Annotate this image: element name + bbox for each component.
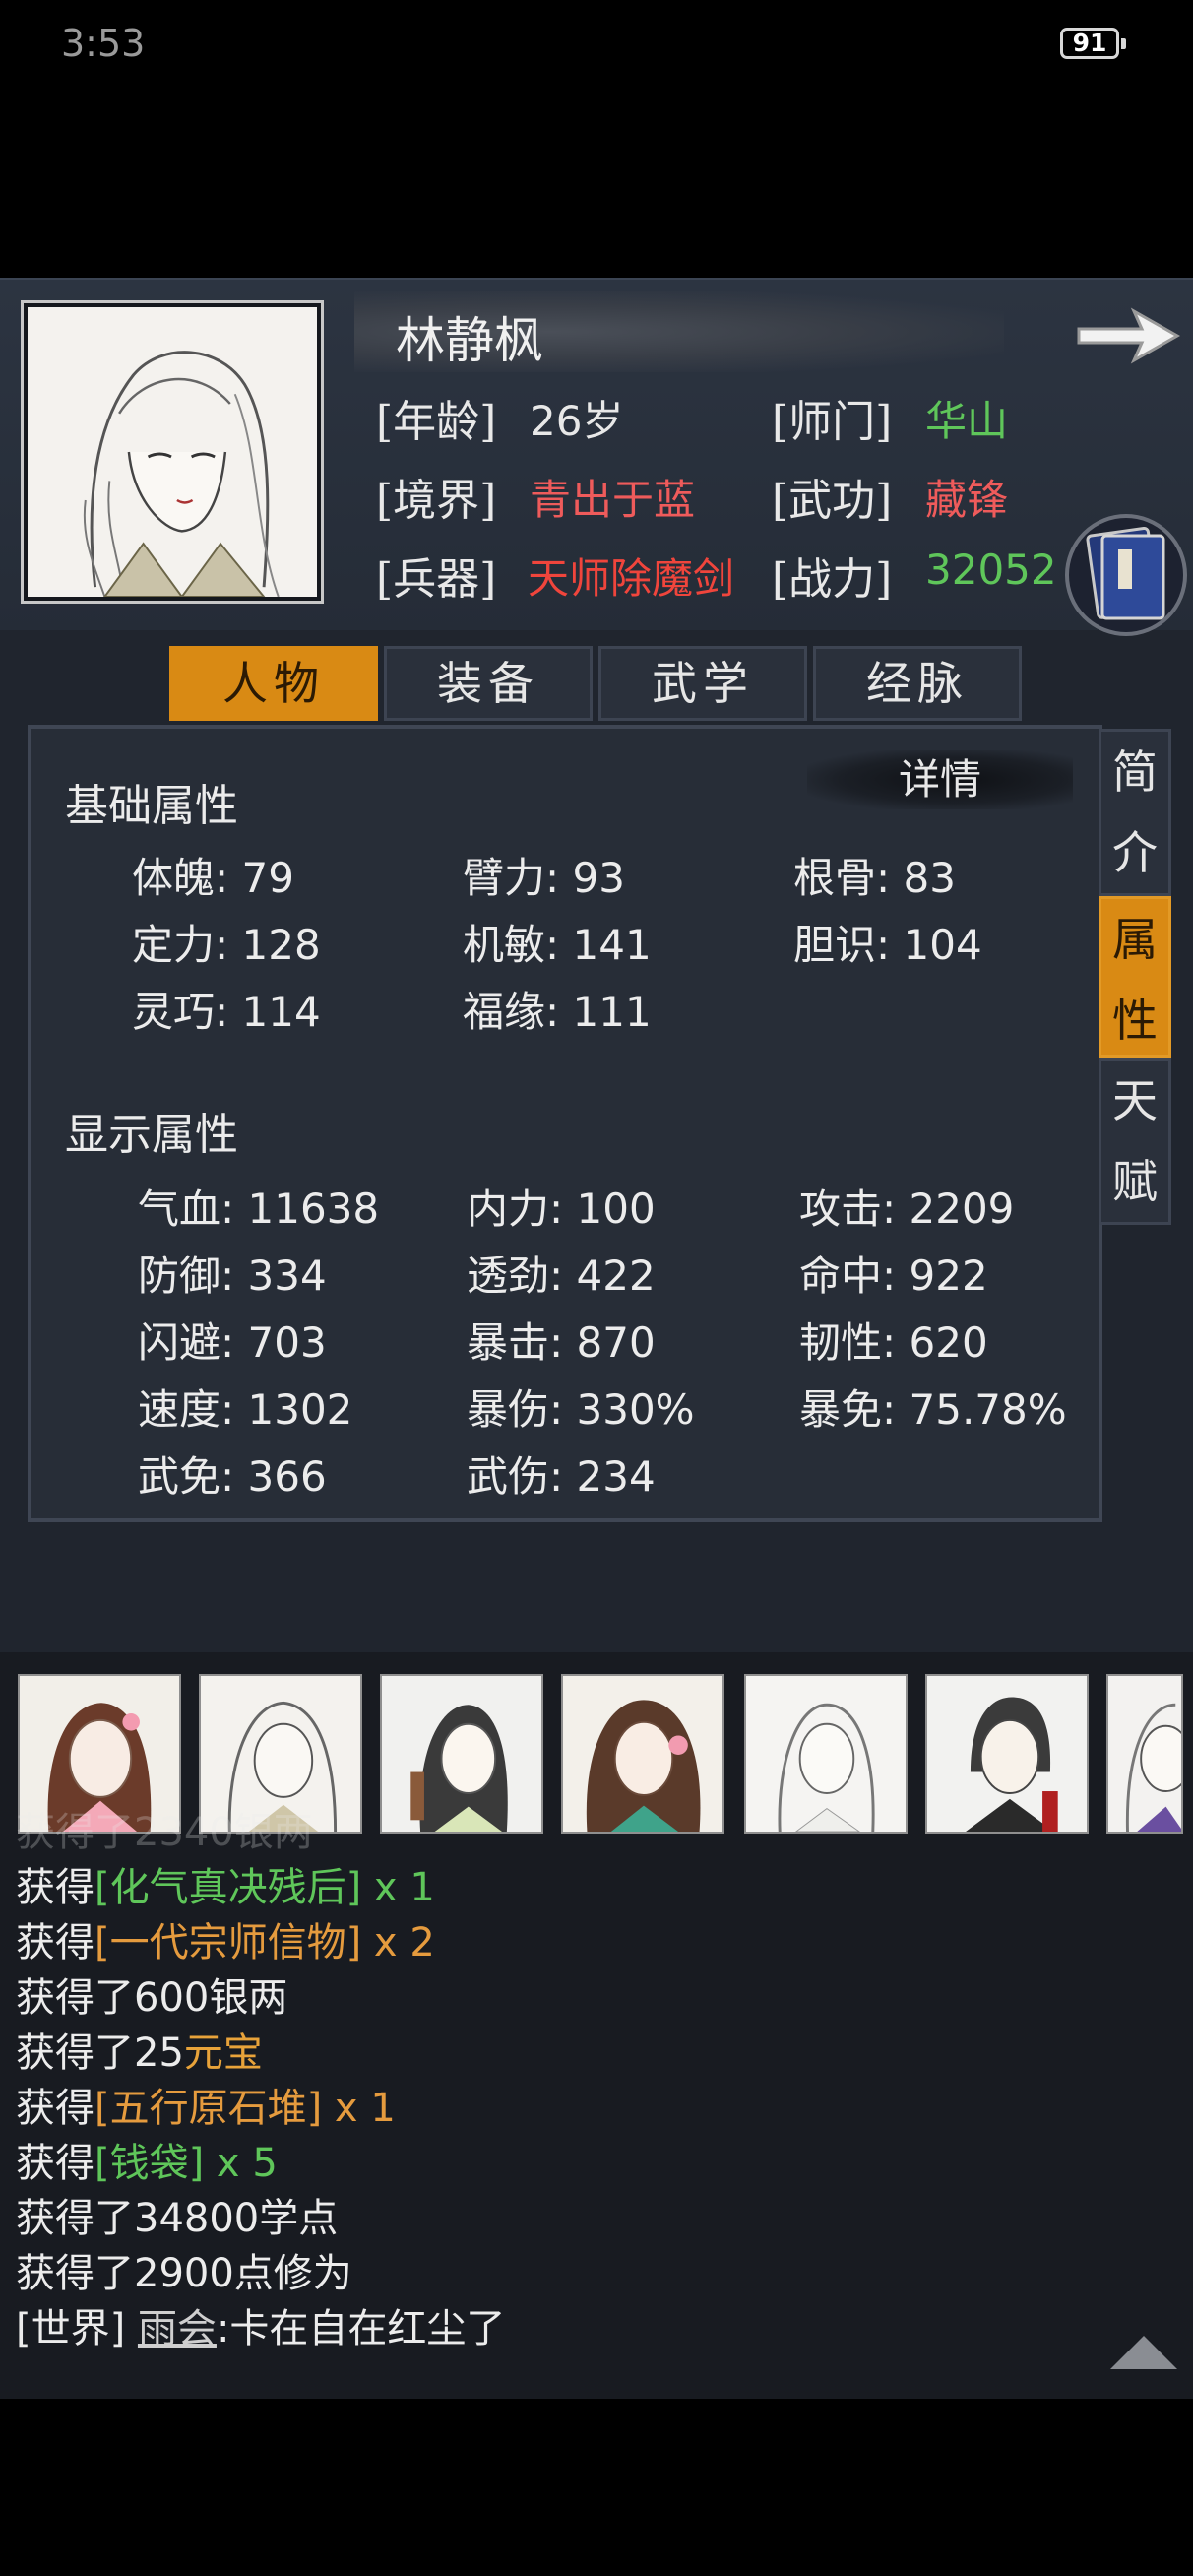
attr-item: 武免: 366: [138, 1452, 327, 1501]
side-tab-char: 性: [1112, 994, 1158, 1047]
attr-item: 闪避: 703: [138, 1319, 327, 1367]
character-name: 林静枫: [396, 312, 543, 369]
attr-item: 速度: 1302: [138, 1385, 353, 1434]
log-line: 获得了2900点修为: [16, 2241, 352, 2298]
chat-user[interactable]: 雨会: [138, 2306, 217, 2351]
age-label: [年龄]: [376, 397, 497, 447]
power-label: [战力]: [772, 554, 893, 605]
log-prefix: 获得了34800学点: [16, 2196, 339, 2241]
log-line: 获得[钱袋] x 5: [16, 2131, 278, 2188]
arrow-right-icon[interactable]: [1073, 301, 1183, 370]
party-member-card[interactable]: [561, 1674, 724, 1834]
display-attributes-title: 显示属性: [65, 1110, 238, 1160]
log-line: 获得了600银两: [16, 1965, 287, 2023]
log-prefix: 获得了25: [16, 2030, 184, 2076]
log-line: 获得了25元宝: [16, 2021, 263, 2078]
log-item: 元宝: [183, 2030, 263, 2076]
tab-character[interactable]: 人物: [169, 646, 378, 721]
party-member-card[interactable]: [925, 1674, 1089, 1834]
status-time: 3:53: [61, 22, 146, 65]
attr-item: 暴伤: 330%: [467, 1385, 695, 1434]
portrait-sketch: [28, 307, 317, 597]
attr-item: 胆识: 104: [793, 921, 982, 969]
attr-item: 机敏: 141: [463, 921, 652, 969]
scroll-up-icon[interactable]: [1106, 2332, 1181, 2371]
log-prefix: 获得了600银两: [16, 1975, 288, 2021]
attr-item: 透劲: 422: [467, 1252, 656, 1300]
details-button[interactable]: 详情: [807, 750, 1073, 809]
log-item[interactable]: [钱袋]: [94, 2141, 204, 2186]
attr-item: 命中: 922: [799, 1252, 988, 1300]
skill-value: 藏锋: [925, 476, 1009, 524]
chat-channel: [世界]: [16, 2306, 126, 2351]
skill-label: [武功]: [772, 476, 893, 526]
battery-icon: 91: [1060, 28, 1119, 59]
attr-item: 韧性: 620: [799, 1319, 988, 1367]
log-line: 获得[化气真决残后] x 1: [16, 1855, 435, 1912]
attr-item: 灵巧: 114: [132, 988, 321, 1036]
log-line: 获得了34800学点: [16, 2186, 338, 2243]
log-item[interactable]: [五行原石堆]: [94, 2086, 322, 2131]
attr-item: 武伤: 234: [467, 1452, 656, 1501]
log-suffix: x 1: [361, 1865, 435, 1910]
side-tab-intro[interactable]: 简 介: [1099, 729, 1171, 896]
age-value: 26岁: [530, 397, 624, 445]
log-line: 获得[一代宗师信物] x 2: [16, 1910, 435, 1967]
battery-tip: [1121, 38, 1126, 49]
attr-item: 防御: 334: [138, 1252, 327, 1300]
attr-item: 定力: 128: [132, 921, 321, 969]
attr-item: 攻击: 2209: [799, 1185, 1015, 1233]
party-member-card[interactable]: [1106, 1674, 1183, 1834]
attr-item: 福缘: 111: [463, 988, 652, 1036]
tab-equipment[interactable]: 装备: [384, 646, 593, 721]
side-tab-char: 简: [1112, 745, 1158, 799]
weapon-label: [兵器]: [376, 554, 497, 605]
log-suffix: x 1: [322, 2086, 396, 2131]
side-tab-char: 属: [1112, 913, 1158, 966]
basic-attributes-title: 基础属性: [65, 781, 238, 831]
chat-line: [世界] 雨会:卡在自在红尘了: [16, 2296, 505, 2353]
character-portrait[interactable]: [24, 303, 321, 601]
book-icon[interactable]: [1063, 512, 1189, 638]
log-prefix: 获得: [16, 2086, 94, 2131]
realm-value: 青出于蓝: [530, 476, 696, 524]
log-line: 获得[五行原石堆] x 1: [16, 2076, 396, 2133]
attr-item: 暴击: 870: [467, 1319, 656, 1367]
side-tab-char: 介: [1112, 826, 1158, 879]
log-prefix: 获得: [16, 1865, 94, 1910]
attr-item: 臂力: 93: [463, 854, 625, 902]
log-suffix: x 2: [361, 1920, 435, 1965]
party-member-card[interactable]: [380, 1674, 543, 1834]
log-item[interactable]: [一代宗师信物]: [94, 1920, 361, 1965]
side-tab-talent[interactable]: 天 赋: [1099, 1058, 1171, 1225]
realm-label: [境界]: [376, 476, 497, 526]
log-line-partial: 获得了2340银两: [16, 1810, 313, 1855]
side-tab-attributes[interactable]: 属 性: [1099, 896, 1171, 1058]
attr-item: 内力: 100: [467, 1185, 656, 1233]
power-value: 32052: [925, 546, 1057, 594]
attr-item: 根骨: 83: [793, 854, 956, 902]
tab-meridians[interactable]: 经脉: [813, 646, 1022, 721]
weapon-value[interactable]: 天师除魔剑: [528, 546, 734, 606]
tab-martial-arts[interactable]: 武学: [598, 646, 807, 721]
attr-item: 暴免: 75.78%: [799, 1385, 1067, 1434]
attr-item: 气血: 11638: [138, 1185, 380, 1233]
chat-message: :卡在自在红尘了: [216, 2306, 506, 2351]
party-member-card[interactable]: [744, 1674, 908, 1834]
sect-label: [师门]: [772, 397, 893, 447]
side-tab-char: 赋: [1112, 1155, 1158, 1208]
attr-item: 体魄: 79: [132, 854, 294, 902]
side-tab-char: 天: [1112, 1074, 1158, 1127]
log-item[interactable]: [化气真决残后]: [94, 1865, 361, 1910]
log-suffix: x 5: [204, 2141, 278, 2186]
log-prefix: 获得: [16, 1920, 94, 1965]
sect-value: 华山: [925, 397, 1009, 445]
log-prefix: 获得了2900点修为: [16, 2251, 352, 2296]
log-prefix: 获得: [16, 2141, 94, 2186]
